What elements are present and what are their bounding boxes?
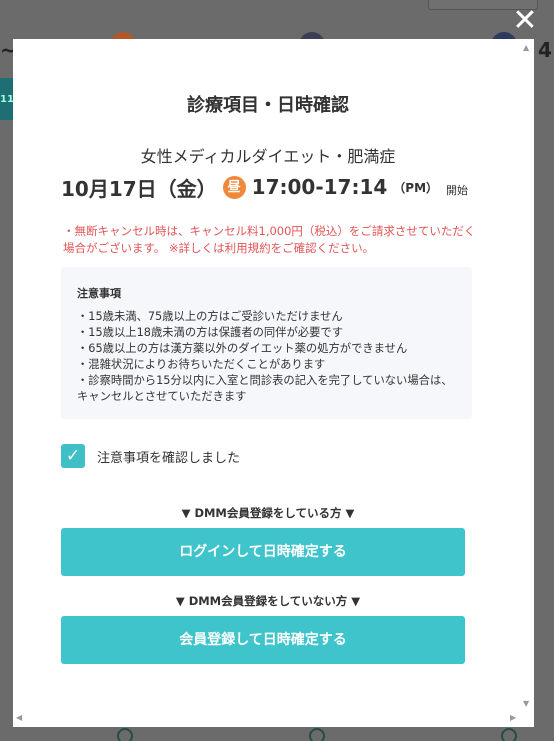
member-section-label: ▼ DMM会員登録をしている方 ▼ (181, 506, 355, 520)
modal-title: 診療項目・日時確認 (187, 95, 349, 116)
notice-box: 注意事項 ・15歳未満、75歳以上の方はご受診いただけません ・15歳以上18歳… (61, 267, 472, 419)
notice-title: 注意事項 (77, 287, 121, 300)
cancel-fee-note: ・無断キャンセル時は、キャンセル料1,000円（税込）をご請求させていただく場合… (63, 224, 476, 255)
background-slot-icon (117, 728, 133, 741)
login-confirm-button[interactable]: ログインして日時確定する (61, 528, 465, 576)
background-teal-strip: 11 (0, 78, 14, 120)
scroll-up-arrow-icon[interactable]: ▲ (523, 43, 529, 52)
menu-name: 女性メディカルダイエット・肥満症 (140, 147, 396, 166)
start-label: 開始 (446, 184, 469, 197)
scroll-right-arrow-icon[interactable]: ▶ (510, 713, 516, 722)
background-slot-icon (309, 728, 325, 741)
notice-confirm-checkbox-row[interactable]: ✓ 注意事項を確認しました (61, 444, 240, 468)
close-icon[interactable]: ✕ (512, 6, 538, 36)
register-confirm-button[interactable]: 会員登録して日時確定する (61, 616, 465, 664)
background-time: 4: (538, 38, 554, 62)
nonmember-section-label: ▼ DMM会員登録をしていない方 ▼ (175, 594, 361, 608)
notice-confirm-checkbox[interactable]: ✓ (61, 444, 85, 468)
notice-item: ・65歳以上の方は漢方薬以外のダイエット薬の処方ができません (77, 342, 408, 355)
period-label: （PM） (393, 180, 439, 195)
appointment-datetime: 10月17日（金） 昼 17:00-17:14 （PM） 開始 (61, 172, 468, 202)
notice-item: ・混雑状況によりお待ちいただくことがあります (77, 358, 326, 371)
horizontal-scrollbar[interactable] (13, 719, 534, 727)
background-slot-icon (501, 728, 517, 741)
notice-item: ・15歳未満、75歳以上の方はご受診いただけません (77, 310, 343, 323)
appointment-time: 17:00-17:14 (251, 175, 388, 199)
check-icon: ✓ (65, 446, 81, 466)
scroll-left-arrow-icon[interactable]: ◀ (16, 713, 22, 722)
notice-confirm-label[interactable]: 注意事項を確認しました (97, 447, 240, 466)
notice-item: ・診察時間から15分以内に入室と問診表の記入を完了していない場合は、キャンセルと… (77, 374, 453, 403)
confirmation-modal: ▲ 診療項目・日時確認 女性メディカルダイエット・肥満症 10月17日（金） 昼… (13, 39, 534, 727)
scroll-down-arrow-icon[interactable]: ▼ (523, 699, 529, 708)
appointment-date: 10月17日（金） (61, 176, 217, 201)
notice-item: ・15歳以上18歳未満の方は保護者の同伴が必要です (77, 326, 343, 339)
period-badge: 昼 (222, 175, 246, 199)
